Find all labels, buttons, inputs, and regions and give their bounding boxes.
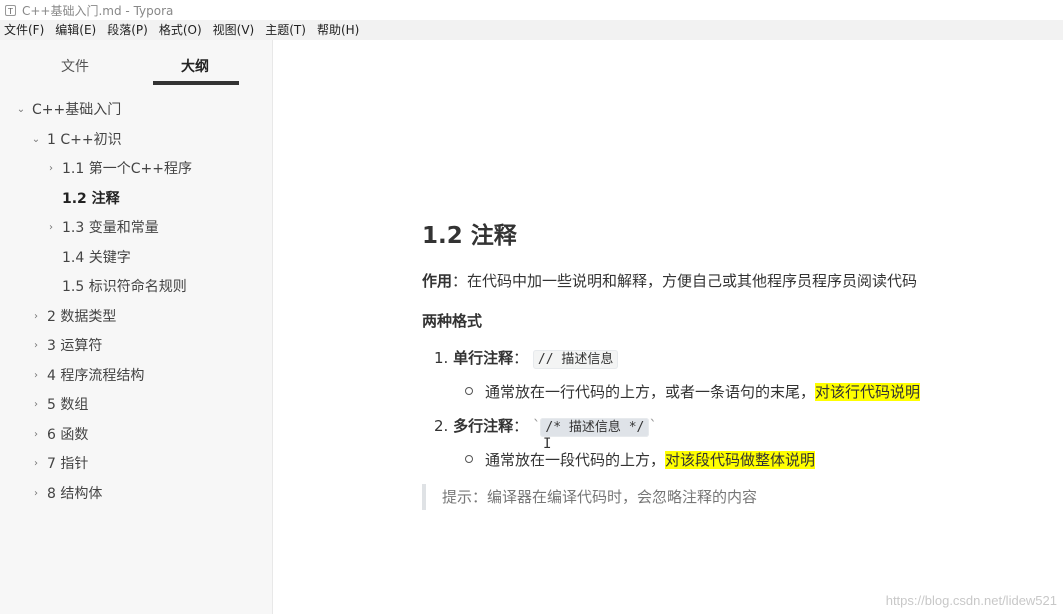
outline-item-1-2[interactable]: 1.2 注释 bbox=[44, 187, 120, 211]
purpose-text: ：在代码中加一些说明和解释，方便自己或其他程序员程序员阅读代码 bbox=[452, 272, 918, 290]
outline-item-label: 1 C++初识 bbox=[47, 132, 122, 148]
chevron-right-icon[interactable]: › bbox=[29, 393, 43, 417]
inline-code: /* 描述信息 */ bbox=[540, 418, 650, 437]
menu-view[interactable]: 视图(V) bbox=[208, 20, 261, 40]
outline-item-5[interactable]: › 5 数组 bbox=[29, 393, 88, 417]
outline-item-label: 1.3 变量和常量 bbox=[62, 220, 159, 236]
outline-item-1-4[interactable]: 1.4 关键字 bbox=[44, 246, 131, 270]
outline-item-label: 7 指针 bbox=[47, 456, 89, 472]
outline-item-1[interactable]: ⌄ 1 C++初识 bbox=[29, 128, 122, 152]
outline-item-8[interactable]: › 8 结构体 bbox=[29, 482, 102, 506]
menu-bar: 文件(F) 编辑(E) 段落(P) 格式(O) 视图(V) 主题(T) 帮助(H… bbox=[0, 20, 1063, 40]
list-item-multi-line-comment: 2. 多行注释： `/* 描述信息 */` bbox=[434, 415, 657, 437]
window-title: C++基础入门.md - Typora bbox=[22, 3, 174, 18]
outline-item-1-5[interactable]: 1.5 标识符命名规则 bbox=[44, 275, 187, 299]
chevron-right-icon[interactable]: › bbox=[44, 216, 58, 240]
chevron-right-icon[interactable]: › bbox=[29, 452, 43, 476]
list-number: 1. bbox=[434, 349, 449, 367]
list-number: 2. bbox=[434, 417, 449, 435]
list-subitem: 通常放在一段代码的上方，对该段代码做整体说明 bbox=[465, 449, 816, 470]
chevron-right-icon[interactable]: › bbox=[29, 364, 43, 388]
outline-item-label: 1.2 注释 bbox=[62, 191, 120, 207]
outline-item-1-1[interactable]: › 1.1 第一个C++程序 bbox=[44, 157, 192, 181]
chevron-right-icon[interactable]: › bbox=[29, 423, 43, 447]
list-colon: ： bbox=[513, 417, 529, 435]
outline-item-label: 6 函数 bbox=[47, 427, 89, 443]
menu-paragraph[interactable]: 段落(P) bbox=[102, 20, 154, 40]
outline-item-1-3[interactable]: › 1.3 变量和常量 bbox=[44, 216, 159, 240]
menu-format[interactable]: 格式(O) bbox=[154, 20, 208, 40]
formats-heading: 两种格式 bbox=[422, 312, 483, 330]
editor-content[interactable]: 1.2 注释 作用：在代码中加一些说明和解释，方便自己或其他程序员程序员阅读代码… bbox=[274, 40, 1063, 614]
outline-item-label: 1.4 关键字 bbox=[62, 250, 131, 266]
outline-item-label: 1.1 第一个C++程序 bbox=[62, 161, 192, 177]
outline-item-label: 2 数据类型 bbox=[47, 309, 117, 325]
outline-item-label: C++基础入门 bbox=[32, 102, 122, 118]
circle-bullet-icon bbox=[465, 454, 473, 463]
outline-item-label: 4 程序流程结构 bbox=[47, 368, 145, 384]
menu-edit[interactable]: 编辑(E) bbox=[50, 20, 102, 40]
watermark: https://blog.csdn.net/lidew521 bbox=[885, 593, 1057, 608]
chevron-right-icon[interactable]: › bbox=[29, 334, 43, 358]
menu-theme[interactable]: 主题(T) bbox=[260, 20, 312, 40]
chevron-down-icon[interactable]: ⌄ bbox=[14, 98, 28, 122]
outline-item-4[interactable]: › 4 程序流程结构 bbox=[29, 364, 144, 388]
menu-help[interactable]: 帮助(H) bbox=[312, 20, 365, 40]
active-tab-indicator bbox=[153, 81, 239, 85]
list-label: 多行注释 bbox=[453, 417, 514, 435]
markdown-backtick: ` bbox=[649, 417, 657, 435]
subitem-text: 通常放在一行代码的上方，或者一条语句的末尾， bbox=[485, 383, 816, 401]
purpose-label: 作用 bbox=[422, 272, 453, 290]
subitem-text: 通常放在一段代码的上方， bbox=[485, 451, 666, 469]
purpose-paragraph: 作用：在代码中加一些说明和解释，方便自己或其他程序员程序员阅读代码 bbox=[422, 270, 917, 291]
highlighted-text: 对该段代码做整体说明 bbox=[665, 451, 816, 469]
sidebar: 文件 大纲 ⌄ C++基础入门 ⌄ 1 C++初识 › 1.1 第一个C++程序… bbox=[0, 40, 273, 614]
circle-bullet-icon bbox=[465, 386, 473, 395]
chevron-right-icon[interactable]: › bbox=[29, 482, 43, 506]
title-bar: T C++基础入门.md - Typora bbox=[0, 0, 1063, 20]
list-subitem: 通常放在一行代码的上方，或者一条语句的末尾，对该行代码说明 bbox=[465, 381, 921, 402]
outline-item-label: 1.5 标识符命名规则 bbox=[62, 279, 187, 295]
outline-item-6[interactable]: › 6 函数 bbox=[29, 423, 88, 447]
typora-app-icon: T bbox=[5, 4, 16, 16]
blockquote-tip: 提示：编译器在编译代码时，会忽略注释的内容 bbox=[422, 484, 757, 510]
chevron-right-icon[interactable]: › bbox=[44, 157, 58, 181]
outline-item-7[interactable]: › 7 指针 bbox=[29, 452, 88, 476]
outline-item-3[interactable]: › 3 运算符 bbox=[29, 334, 102, 358]
outline-item-cpp-basics[interactable]: ⌄ C++基础入门 bbox=[14, 98, 121, 122]
chevron-down-icon[interactable]: ⌄ bbox=[29, 128, 43, 152]
highlighted-text: 对该行代码说明 bbox=[815, 383, 921, 401]
section-heading: 1.2 注释 bbox=[422, 223, 517, 249]
outline-item-label: 5 数组 bbox=[47, 397, 89, 413]
tab-outline[interactable]: 大纲 bbox=[150, 40, 240, 86]
list-label: 单行注释 bbox=[453, 349, 514, 367]
text-cursor-icon: I bbox=[543, 436, 552, 452]
list-item-single-line-comment: 1. 单行注释： // 描述信息 bbox=[434, 347, 619, 369]
chevron-right-icon[interactable]: › bbox=[29, 305, 43, 329]
outline-item-2[interactable]: › 2 数据类型 bbox=[29, 305, 116, 329]
list-colon: ： bbox=[513, 349, 529, 367]
outline-item-label: 8 结构体 bbox=[47, 486, 103, 502]
outline-item-label: 3 运算符 bbox=[47, 338, 103, 354]
inline-code: // 描述信息 bbox=[532, 350, 619, 369]
tab-files[interactable]: 文件 bbox=[30, 40, 120, 86]
menu-file[interactable]: 文件(F) bbox=[0, 20, 50, 40]
sidebar-tabs: 文件 大纲 bbox=[0, 40, 272, 86]
